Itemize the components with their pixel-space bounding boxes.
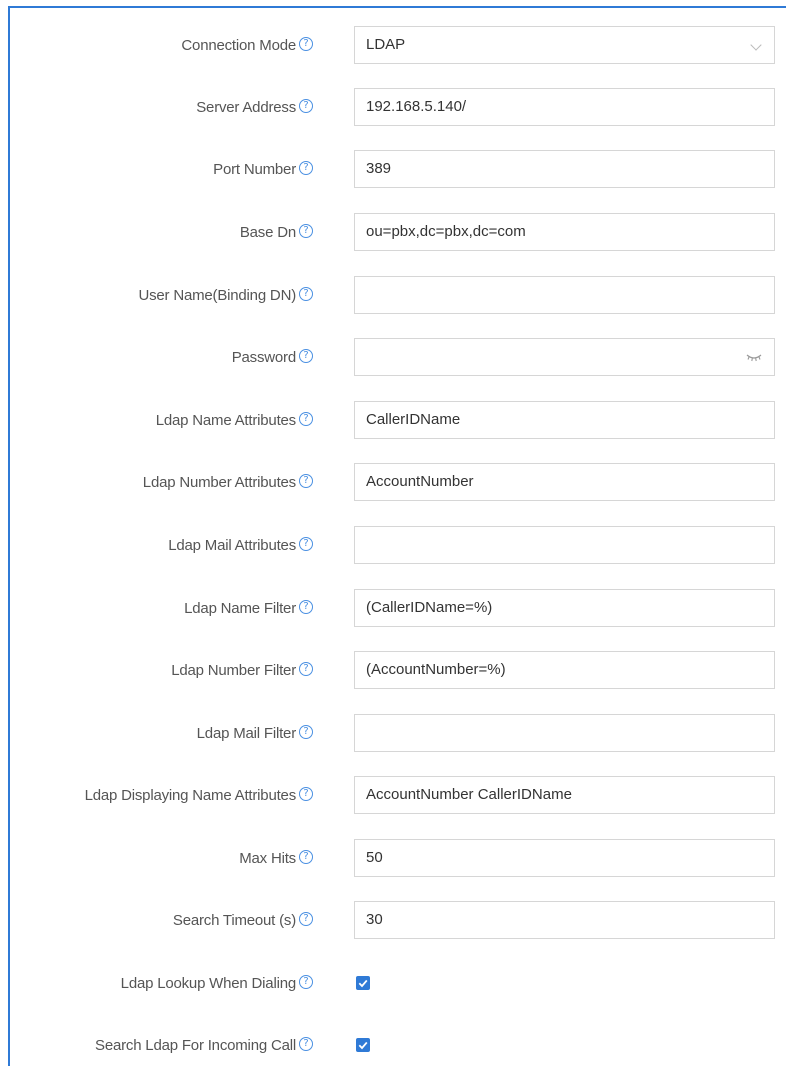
row-base-dn: Base Dn ? ou=pbx,dc=pbx,dc=com	[0, 212, 786, 252]
row-ldap-lookup-when-dialing: Ldap Lookup When Dialing ?	[0, 963, 786, 1003]
row-connection-mode: Connection Mode ? LDAP	[0, 25, 786, 65]
ldap-number-attributes-label: Ldap Number Attributes	[142, 473, 296, 491]
row-search-timeout: Search Timeout (s) ? 30	[0, 900, 786, 940]
ldap-name-filter-input[interactable]: (CallerIDName=%)	[354, 589, 775, 627]
ldap-displaying-name-attributes-label: Ldap Displaying Name Attributes	[84, 786, 297, 804]
help-icon[interactable]: ?	[299, 287, 313, 301]
ldap-settings-form: Connection Mode ? LDAP Server Address ? …	[0, 0, 786, 1066]
eye-closed-icon[interactable]	[744, 349, 764, 365]
port-number-input[interactable]: 389	[354, 150, 775, 188]
ldap-lookup-when-dialing-label: Ldap Lookup When Dialing	[120, 974, 297, 992]
help-icon[interactable]: ?	[299, 412, 313, 426]
base-dn-label: Base Dn	[239, 223, 296, 241]
ldap-lookup-when-dialing-checkbox[interactable]	[356, 976, 370, 990]
row-user-name: User Name(Binding DN) ?	[0, 275, 786, 315]
ldap-number-filter-input[interactable]: (AccountNumber=%)	[354, 651, 775, 689]
password-label: Password	[231, 348, 296, 366]
help-icon[interactable]: ?	[299, 537, 313, 551]
search-timeout-input[interactable]: 30	[354, 901, 775, 939]
help-icon[interactable]: ?	[299, 37, 313, 51]
password-input[interactable]	[354, 338, 775, 376]
ldap-mail-filter-input[interactable]	[354, 714, 775, 752]
row-server-address: Server Address ? 192.168.5.140/	[0, 87, 786, 127]
help-icon[interactable]: ?	[299, 850, 313, 864]
server-address-label: Server Address	[196, 98, 296, 116]
help-icon[interactable]: ?	[299, 912, 313, 926]
row-ldap-number-filter: Ldap Number Filter ? (AccountNumber=%)	[0, 650, 786, 690]
base-dn-input[interactable]: ou=pbx,dc=pbx,dc=com	[354, 213, 775, 251]
help-icon[interactable]: ?	[299, 349, 313, 363]
help-icon[interactable]: ?	[299, 725, 313, 739]
help-icon[interactable]: ?	[299, 975, 313, 989]
row-password: Password ?	[0, 337, 786, 377]
ldap-name-attributes-label: Ldap Name Attributes	[155, 411, 296, 429]
row-ldap-number-attributes: Ldap Number Attributes ? AccountNumber	[0, 462, 786, 502]
row-search-ldap-for-incoming-call: Search Ldap For Incoming Call ?	[0, 1025, 786, 1065]
ldap-mail-filter-label: Ldap Mail Filter	[196, 724, 297, 742]
connection-mode-label: Connection Mode	[181, 36, 296, 54]
help-icon[interactable]: ?	[299, 474, 313, 488]
connection-mode-select[interactable]: LDAP	[354, 26, 775, 64]
check-icon	[358, 1041, 368, 1050]
ldap-number-attributes-input[interactable]: AccountNumber	[354, 463, 775, 501]
max-hits-input[interactable]: 50	[354, 839, 775, 877]
chevron-down-icon	[750, 39, 762, 51]
row-max-hits: Max Hits ? 50	[0, 838, 786, 878]
port-number-label: Port Number	[213, 160, 296, 178]
help-icon[interactable]: ?	[299, 224, 313, 238]
ldap-name-filter-label: Ldap Name Filter	[184, 599, 296, 617]
help-icon[interactable]: ?	[299, 600, 313, 614]
server-address-input[interactable]: 192.168.5.140/	[354, 88, 775, 126]
ldap-mail-attributes-input[interactable]	[354, 526, 775, 564]
help-icon[interactable]: ?	[299, 1037, 313, 1051]
row-ldap-name-attributes: Ldap Name Attributes ? CallerIDName	[0, 400, 786, 440]
help-icon[interactable]: ?	[299, 99, 313, 113]
help-icon[interactable]: ?	[299, 161, 313, 175]
row-ldap-displaying-name-attributes: Ldap Displaying Name Attributes ? Accoun…	[0, 775, 786, 815]
row-port-number: Port Number ? 389	[0, 149, 786, 189]
search-ldap-for-incoming-call-label: Search Ldap For Incoming Call	[95, 1036, 296, 1054]
search-ldap-for-incoming-call-checkbox[interactable]	[356, 1038, 370, 1052]
ldap-name-attributes-input[interactable]: CallerIDName	[354, 401, 775, 439]
search-timeout-label: Search Timeout (s)	[172, 911, 296, 929]
row-ldap-name-filter: Ldap Name Filter ? (CallerIDName=%)	[0, 588, 786, 628]
max-hits-label: Max Hits	[239, 849, 296, 867]
user-name-label: User Name(Binding DN)	[138, 286, 296, 304]
row-ldap-mail-attributes: Ldap Mail Attributes ?	[0, 525, 786, 565]
check-icon	[358, 979, 368, 988]
row-ldap-mail-filter: Ldap Mail Filter ?	[0, 713, 786, 753]
help-icon[interactable]: ?	[299, 787, 313, 801]
ldap-displaying-name-attributes-input[interactable]: AccountNumber CallerIDName	[354, 776, 775, 814]
help-icon[interactable]: ?	[299, 662, 313, 676]
ldap-mail-attributes-label: Ldap Mail Attributes	[168, 536, 296, 554]
ldap-number-filter-label: Ldap Number Filter	[171, 661, 296, 679]
user-name-input[interactable]	[354, 276, 775, 314]
connection-mode-value: LDAP	[366, 36, 406, 53]
